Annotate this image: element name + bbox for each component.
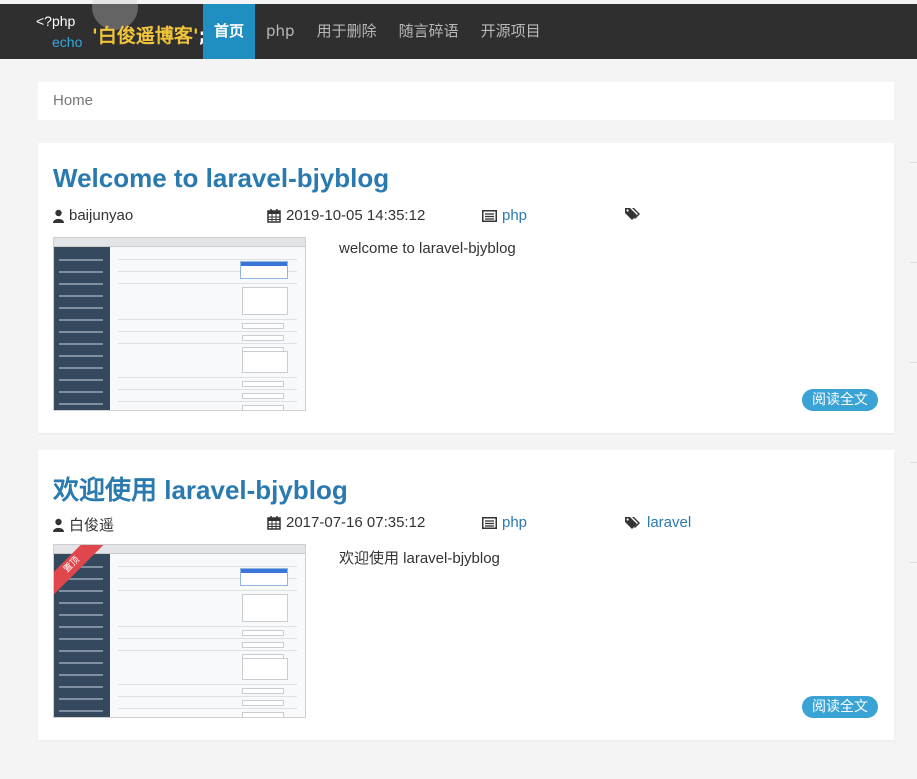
tag-link[interactable]: laravel xyxy=(647,514,691,531)
article-tags xyxy=(625,207,647,221)
article-card: Welcome to laravel-bjyblog baijunyao 201… xyxy=(38,143,894,433)
article-card: 欢迎使用 laravel-bjyblog 白俊遥 2017-07-16 07:3… xyxy=(38,450,894,740)
user-icon xyxy=(53,518,64,532)
calendar-icon xyxy=(267,208,281,223)
article-title[interactable]: 欢迎使用 laravel-bjyblog xyxy=(53,470,348,507)
article-date: 2019-10-05 14:35:12 xyxy=(267,207,425,224)
read-more-button[interactable]: 阅读全文 xyxy=(802,389,878,411)
tags-icon xyxy=(625,516,640,529)
list-icon xyxy=(482,209,497,222)
logo-echo: echo xyxy=(52,34,83,50)
top-navbar: <?php echo '白俊遥博客'; 首页 php 用于删除 随言碎语 开源项… xyxy=(0,0,917,59)
article-summary: 欢迎使用 laravel-bjyblog xyxy=(339,550,500,567)
article-meta: baijunyao 2019-10-05 14:35:12 php xyxy=(53,207,883,227)
nav-item-php[interactable]: php xyxy=(255,4,306,59)
author-name: 白俊遥 xyxy=(69,517,115,534)
article-author: 白俊遥 xyxy=(53,514,114,535)
breadcrumb-home[interactable]: Home xyxy=(53,92,93,109)
list-icon xyxy=(482,516,497,529)
read-more-button[interactable]: 阅读全文 xyxy=(802,696,878,718)
author-name: baijunyao xyxy=(69,207,134,224)
article-category: php xyxy=(482,207,527,224)
date-text: 2017-07-16 07:35:12 xyxy=(286,514,426,531)
tags-icon xyxy=(625,208,640,220)
category-link[interactable]: php xyxy=(502,207,527,224)
nav-item-notes[interactable]: 随言碎语 xyxy=(388,4,470,59)
nav-item-delete[interactable]: 用于删除 xyxy=(306,4,388,59)
article-meta: 白俊遥 2017-07-16 07:35:12 php laravel xyxy=(53,514,883,534)
article-summary: welcome to laravel-bjyblog xyxy=(339,240,516,257)
breadcrumb: Home xyxy=(38,82,894,120)
right-edge-divider xyxy=(910,140,917,640)
nav-item-opensource[interactable]: 开源项目 xyxy=(470,4,552,59)
article-author: baijunyao xyxy=(53,207,133,224)
calendar-icon xyxy=(267,515,281,530)
category-link[interactable]: php xyxy=(502,514,527,531)
user-icon xyxy=(53,209,64,223)
logo-php-tag: <?php xyxy=(36,13,76,29)
article-thumbnail[interactable]: 置顶 xyxy=(53,544,306,718)
logo-blog-name: '白俊遥博客'; xyxy=(92,25,206,47)
article-tags: laravel xyxy=(625,514,691,531)
main-nav: 首页 php 用于删除 随言碎语 开源项目 xyxy=(203,4,552,59)
nav-item-home[interactable]: 首页 xyxy=(203,4,256,59)
article-title[interactable]: Welcome to laravel-bjyblog xyxy=(53,163,389,194)
date-text: 2019-10-05 14:35:12 xyxy=(286,207,426,224)
article-date: 2017-07-16 07:35:12 xyxy=(267,514,425,531)
article-thumbnail[interactable] xyxy=(53,237,306,411)
site-logo[interactable]: <?php echo '白俊遥博客'; xyxy=(36,4,206,59)
article-category: php xyxy=(482,514,527,531)
